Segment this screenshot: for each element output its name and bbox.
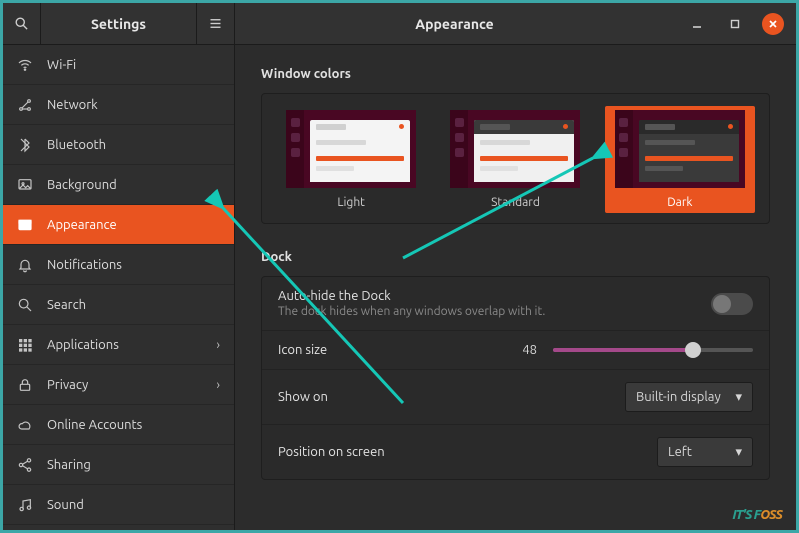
sidebar-item-appearance[interactable]: Appearance [3,205,234,245]
sidebar-item-wi-fi[interactable]: Wi-Fi [3,45,234,85]
dock-iconsize-row: Icon size 48 [262,331,769,370]
search-icon [17,297,33,313]
close-button[interactable] [762,13,784,35]
showon-label: Show on [278,390,328,404]
chevron-down-icon: ▾ [735,445,742,460]
search-button[interactable] [3,3,41,45]
showon-combo[interactable]: Built-in display ▾ [625,382,753,412]
app-title: Settings [41,16,196,32]
watermark: IT'S FOSS [732,508,782,522]
sidebar-item-background[interactable]: Background [3,165,234,205]
autohide-desc: The dock hides when any windows overlap … [278,305,697,318]
share-icon [17,457,33,473]
sidebar-item-label: Sound [47,498,220,512]
section-dock-title: Dock [261,250,770,264]
chevron-right-icon: › [216,378,220,392]
sidebar-item-label: Applications [47,338,202,352]
apps-icon [17,337,33,353]
sidebar-item-online-accounts[interactable]: Online Accounts [3,405,234,445]
showon-value: Built-in display [636,390,721,404]
section-window-colors-title: Window colors [261,67,770,81]
position-combo[interactable]: Left ▾ [657,437,753,467]
dock-settings: Auto-hide the Dock The dock hides when a… [261,276,770,480]
page-title: Appearance [235,3,674,44]
chevron-down-icon: ▾ [735,390,742,405]
iconsize-value: 48 [515,343,537,357]
sidebar-item-label: Wi-Fi [47,58,220,72]
sidebar-item-label: Privacy [47,378,202,392]
titlebar: Settings Appearance [3,3,796,45]
hamburger-button[interactable] [196,3,234,45]
appearance-icon [17,217,33,233]
lock-icon [17,377,33,393]
bluetooth-icon [17,137,33,153]
sidebar-item-label: Search [47,298,220,312]
maximize-button[interactable] [724,13,746,35]
dock-showon-row: Show on Built-in display ▾ [262,370,769,425]
sidebar-item-label: Network [47,98,220,112]
wifi-icon [17,57,33,73]
sidebar-item-sharing[interactable]: Sharing [3,445,234,485]
settings-window: Settings Appearance Wi-Fi Network Bluetoot… [0,0,799,533]
sidebar-item-bluetooth[interactable]: Bluetooth [3,125,234,165]
background-icon [17,177,33,193]
iconsize-slider[interactable] [553,348,753,352]
position-value: Left [668,445,692,459]
sidebar-item-label: Sharing [47,458,220,472]
theme-thumbnail [615,110,745,188]
sidebar-item-label: Online Accounts [47,418,220,432]
theme-thumbnail [450,110,580,188]
theme-option-std[interactable]: Standard [440,106,590,213]
cloud-icon [17,417,33,433]
theme-option-light[interactable]: Light [276,106,426,213]
sidebar: Wi-Fi Network Bluetooth Background Appearanc… [3,45,235,530]
bell-icon [17,257,33,273]
network-icon [17,97,33,113]
body: Wi-Fi Network Bluetooth Background Appearanc… [3,45,796,530]
theme-label: Standard [491,196,540,209]
sidebar-item-applications[interactable]: Applications › [3,325,234,365]
titlebar-left: Settings [3,3,235,44]
window-colors-group: Light Standard Dark [261,93,770,224]
main-pane: Window colors Light Standard Dark Dock Aut… [235,45,796,530]
window-controls [674,3,796,44]
autohide-switch[interactable] [711,293,753,315]
theme-label: Dark [667,196,692,209]
chevron-right-icon: › [216,338,220,352]
dock-autohide-row: Auto-hide the Dock The dock hides when a… [262,277,769,331]
minimize-button[interactable] [686,13,708,35]
sidebar-item-privacy[interactable]: Privacy › [3,365,234,405]
sidebar-item-sound[interactable]: Sound [3,485,234,525]
theme-option-dark[interactable]: Dark [605,106,755,213]
dock-position-row: Position on screen Left ▾ [262,425,769,479]
sidebar-item-label: Appearance [47,218,220,232]
sidebar-item-search[interactable]: Search [3,285,234,325]
music-icon [17,497,33,513]
sidebar-item-label: Bluetooth [47,138,220,152]
theme-thumbnail [286,110,416,188]
sidebar-item-network[interactable]: Network [3,85,234,125]
sidebar-item-notifications[interactable]: Notifications [3,245,234,285]
sidebar-item-label: Background [47,178,220,192]
theme-label: Light [337,196,365,209]
sidebar-item-label: Notifications [47,258,220,272]
autohide-label: Auto-hide the Dock [278,289,697,303]
position-label: Position on screen [278,445,385,459]
iconsize-label: Icon size [278,343,438,357]
